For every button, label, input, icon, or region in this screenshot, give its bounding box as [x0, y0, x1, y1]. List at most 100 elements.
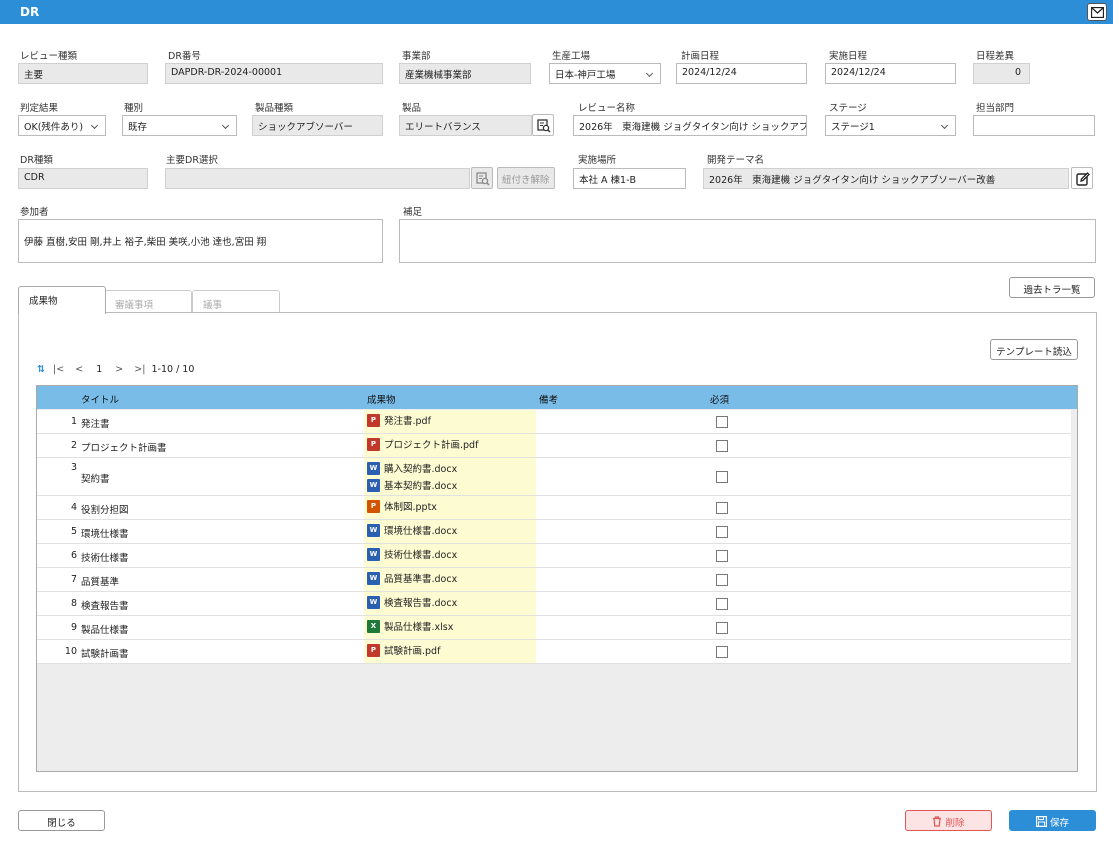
search-icon — [476, 172, 490, 186]
docx-file-icon: W — [367, 524, 380, 537]
division-field: 産業機械事業部 — [399, 63, 531, 84]
file-link[interactable]: W 購入契約書.docx — [364, 461, 536, 478]
participants-input[interactable]: 伊藤 直樹,安田 剛,井上 裕子,柴田 美咲,小池 達也,宮田 翔 — [18, 219, 383, 263]
unlink-button[interactable]: 紐付き解除 — [497, 167, 555, 189]
plan-date-label: 計画日程 — [681, 51, 720, 62]
past-trouble-button[interactable]: 過去トラ一覧 — [1009, 277, 1095, 298]
pptx-file-icon: P — [367, 500, 380, 513]
product-type-label: 製品種類 — [255, 103, 294, 114]
docx-file-icon: W — [367, 548, 380, 561]
sort-toggle-icon[interactable]: ⇅ — [37, 364, 45, 375]
file-name: 環境仕様書.docx — [384, 526, 458, 537]
table-row[interactable]: 5 環境仕様書 W 環境仕様書.docx — [37, 520, 1071, 544]
required-checkbox[interactable] — [716, 416, 728, 428]
theme-label: 開発テーマ名 — [707, 155, 765, 166]
template-load-button[interactable]: テンプレート読込 — [990, 339, 1078, 360]
table-row[interactable]: 9 製品仕様書 X 製品仕様書.xlsx — [37, 616, 1071, 640]
file-link[interactable]: P プロジェクト計画.pdf — [364, 437, 536, 454]
factory-select[interactable]: 日本-神戸工場 — [549, 63, 661, 84]
pager-first[interactable]: |< — [53, 364, 64, 375]
table-row[interactable]: 10 試験計画書 P 試験計画.pdf — [37, 640, 1071, 664]
pager-prev[interactable]: < — [75, 364, 83, 375]
table-row[interactable]: 6 技術仕様書 W 技術仕様書.docx — [37, 544, 1071, 568]
location-label: 実施場所 — [578, 155, 617, 166]
required-checkbox[interactable] — [716, 502, 728, 514]
required-checkbox[interactable] — [716, 440, 728, 452]
mail-button[interactable] — [1087, 3, 1107, 21]
required-checkbox[interactable] — [716, 526, 728, 538]
stage-select[interactable]: ステージ1 — [825, 115, 956, 136]
required-checkbox[interactable] — [716, 471, 728, 483]
file-name: 発注書.pdf — [384, 416, 431, 427]
title-bar: DR — [0, 0, 1113, 24]
department-input[interactable] — [973, 115, 1095, 136]
theme-edit-button[interactable] — [1071, 167, 1093, 189]
required-checkbox[interactable] — [716, 574, 728, 586]
file-link[interactable]: W 検査報告書.docx — [364, 595, 536, 612]
plan-date-input[interactable]: 2024/12/24 — [676, 63, 807, 84]
product-label: 製品 — [402, 103, 422, 114]
judgement-label: 判定結果 — [20, 103, 59, 114]
notes-input[interactable] — [399, 219, 1096, 263]
file-link[interactable]: P 体制図.pptx — [364, 499, 536, 516]
participants-label: 参加者 — [20, 207, 49, 218]
file-link[interactable]: W 品質基準書.docx — [364, 571, 536, 588]
table-row[interactable]: 4 役割分担図 P 体制図.pptx — [37, 496, 1071, 520]
edit-icon — [1076, 172, 1090, 186]
pager-page: 1 — [96, 364, 103, 375]
file-name: 品質基準書.docx — [384, 574, 458, 585]
file-link[interactable]: P 発注書.pdf — [364, 413, 536, 430]
category-select[interactable]: 既存 — [122, 115, 237, 136]
file-link[interactable]: W 基本契約書.docx — [364, 478, 536, 495]
file-name: 基本契約書.docx — [384, 481, 458, 492]
deliverables-table: タイトル 成果物 備考 必須 1 発注書 P 発注書.pdf 2 プロジェクト計画書 P プロ… — [36, 385, 1078, 772]
required-checkbox[interactable] — [716, 550, 728, 562]
product-search-button[interactable] — [532, 114, 554, 136]
table-row[interactable]: 3 契約書 W 購入契約書.docx W 基本契約書.docx — [37, 458, 1071, 496]
review-name-input[interactable]: 2026年 東海建機 ジョグタイタン向け ショックアブソーバ — [573, 115, 807, 136]
dr-kind-label: DR種類 — [20, 155, 53, 166]
row-title: 役割分担図 — [81, 505, 129, 516]
review-type-label: レビュー種類 — [20, 51, 78, 62]
required-checkbox[interactable] — [716, 598, 728, 610]
docx-file-icon: W — [367, 462, 380, 475]
file-link[interactable]: X 製品仕様書.xlsx — [364, 619, 536, 636]
pager-next[interactable]: > — [115, 364, 123, 375]
table-row[interactable]: 1 発注書 P 発注書.pdf — [37, 410, 1071, 434]
row-number: 10 — [64, 646, 77, 657]
row-number: 7 — [70, 574, 77, 585]
notes-label: 補足 — [403, 207, 423, 218]
file-link[interactable]: P 試験計画.pdf — [364, 643, 536, 660]
table-row[interactable]: 7 品質基準 W 品質基準書.docx — [37, 568, 1071, 592]
column-header-required[interactable]: 必須 — [710, 392, 729, 406]
trash-icon — [933, 816, 942, 827]
delete-button[interactable]: 削除 — [905, 810, 992, 831]
review-name-label: レビュー名称 — [578, 103, 636, 114]
column-header-deliverable[interactable]: 成果物 — [367, 392, 396, 406]
table-row[interactable]: 8 検査報告書 W 検査報告書.docx — [37, 592, 1071, 616]
file-link[interactable]: W 技術仕様書.docx — [364, 547, 536, 564]
window-title: DR — [20, 5, 40, 19]
file-name: 検査報告書.docx — [384, 598, 458, 609]
deliverable-cell: P 発注書.pdf — [364, 410, 536, 433]
tab-deliverables[interactable]: 成果物 — [18, 286, 106, 314]
deliverable-cell: W 購入契約書.docx W 基本契約書.docx — [364, 458, 536, 495]
save-button[interactable]: 保存 — [1009, 810, 1096, 831]
table-row[interactable]: 2 プロジェクト計画書 P プロジェクト計画.pdf — [37, 434, 1071, 458]
file-link[interactable]: W 環境仕様書.docx — [364, 523, 536, 540]
judgement-select[interactable]: OK(残件あり) — [18, 115, 106, 136]
deliverable-cell: X 製品仕様書.xlsx — [364, 616, 536, 639]
main-dr-search-button[interactable] — [471, 167, 493, 189]
close-button[interactable]: 閉じる — [18, 810, 105, 831]
deliverable-cell: P 体制図.pptx — [364, 496, 536, 519]
required-checkbox[interactable] — [716, 646, 728, 658]
actual-date-input[interactable]: 2024/12/24 — [825, 63, 956, 84]
main-dr-field — [165, 168, 470, 189]
column-header-title[interactable]: タイトル — [81, 392, 119, 406]
required-checkbox[interactable] — [716, 622, 728, 634]
pdf-file-icon: P — [367, 438, 380, 451]
pager-last[interactable]: >| — [134, 364, 145, 375]
file-name: 試験計画.pdf — [384, 646, 441, 657]
location-input[interactable]: 本社 A 棟1-B — [573, 168, 686, 189]
column-header-remarks[interactable]: 備考 — [539, 392, 558, 406]
